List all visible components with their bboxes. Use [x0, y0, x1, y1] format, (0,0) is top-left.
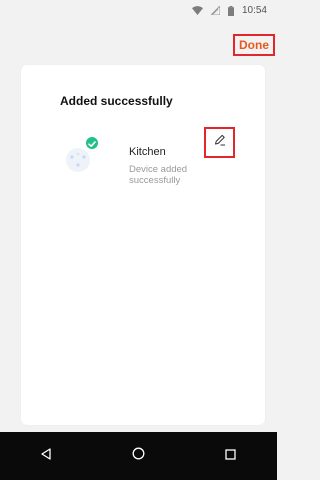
battery-icon [227, 5, 234, 16]
edit-name-button[interactable] [204, 127, 235, 158]
result-card: Added successfully Kitchen Device added … [21, 65, 265, 425]
card-title: Added successfully [60, 94, 173, 108]
back-button[interactable] [26, 436, 66, 476]
back-icon [40, 447, 52, 465]
home-icon [132, 447, 145, 465]
status-time: 10:54 [241, 5, 267, 16]
recents-button[interactable] [211, 436, 251, 476]
status-icons: 10:54 [191, 5, 267, 16]
home-button[interactable] [118, 436, 158, 476]
navigation-bar [0, 432, 277, 480]
signal-icon [210, 6, 220, 15]
check-icon [86, 137, 98, 149]
status-bar: 10:54 [0, 0, 277, 24]
done-button[interactable]: Done [233, 34, 275, 56]
pencil-icon [213, 133, 227, 152]
device-name: Kitchen [129, 146, 166, 158]
wifi-icon [191, 6, 203, 15]
recents-icon [225, 447, 236, 465]
device-status: Device added successfully [129, 164, 188, 186]
screen: 10:54 Done Added successfully Kitchen De… [0, 0, 277, 480]
